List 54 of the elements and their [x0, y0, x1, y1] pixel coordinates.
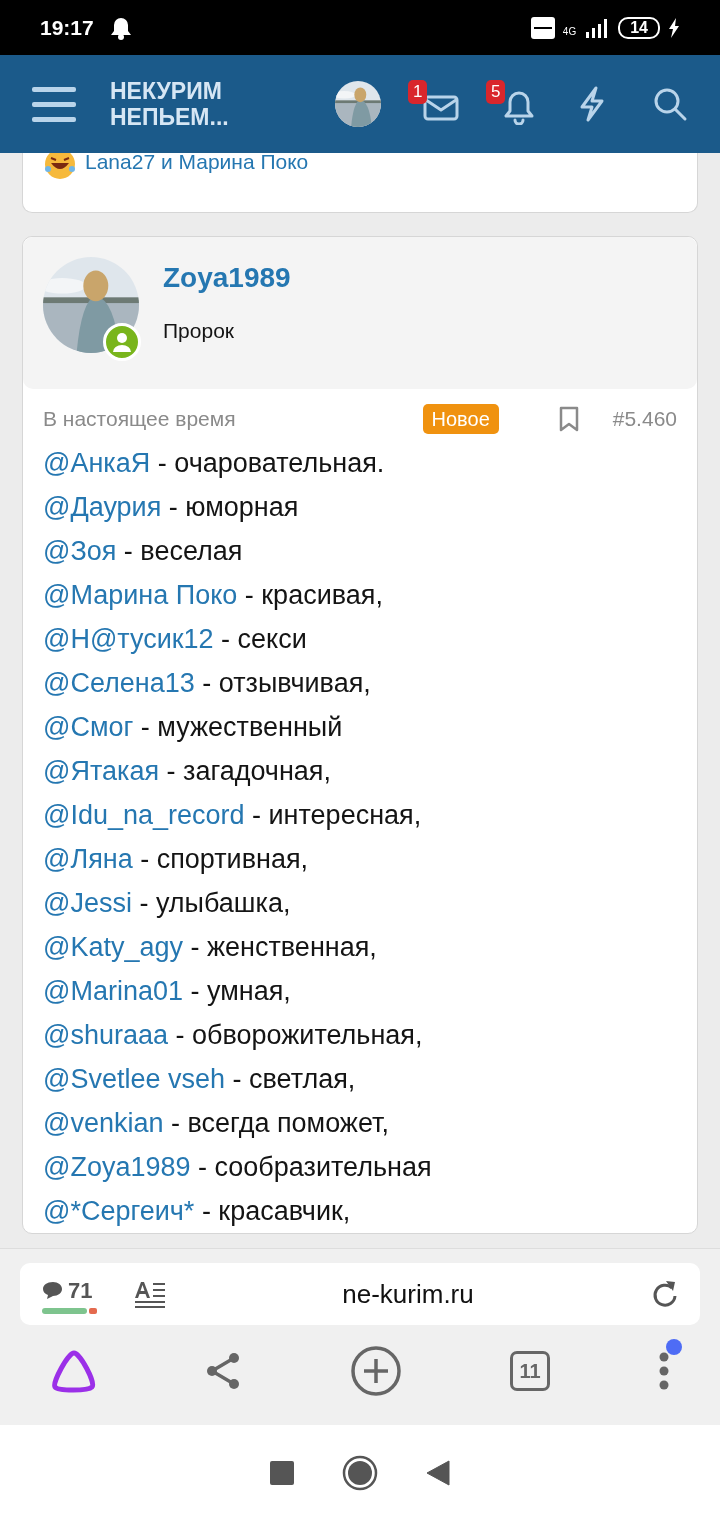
mention-line: @Смог - мужественный — [43, 710, 344, 744]
author-name[interactable]: Zoya1989 — [163, 257, 291, 299]
user-mention[interactable]: @Зоя — [43, 535, 117, 566]
clock: 19:17 — [40, 14, 94, 41]
user-mention[interactable]: @Н@тусик12 — [43, 623, 214, 654]
mention-line: @Селена13 - отзывчивая, — [43, 666, 372, 700]
mention-line: @venkian - всегда поможет, — [43, 1106, 390, 1140]
mention-line: @Zoya1989 - сообразительная — [43, 1150, 433, 1184]
mention-line: @Idu_na_record - интересная, — [43, 798, 423, 832]
user-mention[interactable]: @Смог — [43, 711, 134, 742]
battery-indicator: 14 — [618, 16, 660, 39]
mention-line: @Marina01 - умная, — [43, 974, 292, 1008]
inbox-button[interactable]: 1 — [410, 78, 462, 130]
mention-line: @Н@тусик12 - секси — [43, 622, 308, 656]
user-mention[interactable]: @Jessi — [43, 887, 132, 918]
mention-line: @Katy_agy - женственная, — [43, 930, 378, 964]
mention-line: @АнкаЯ - очаровательная. — [43, 446, 386, 480]
user-mention[interactable]: @*Сергеич* — [43, 1195, 195, 1226]
user-mention[interactable]: @Idu_na_record — [43, 799, 245, 830]
user-mention[interactable]: @Даурия — [43, 491, 162, 522]
comment-count: 71 — [68, 1276, 93, 1305]
user-mention[interactable]: @Zoya1989 — [43, 1151, 191, 1182]
mention-line: @Svetlee vseh - светлая, — [43, 1062, 357, 1096]
post-time[interactable]: В настоящее время — [43, 403, 236, 435]
new-badge: Новое — [422, 403, 499, 434]
post-number[interactable]: #5.460 — [612, 403, 677, 435]
user-mention[interactable]: @Ляна — [43, 843, 133, 874]
user-title: Пророк — [163, 318, 235, 344]
mention-line: @Ятакая - загадочная, — [43, 754, 332, 788]
mention-line: @Jessi - улыбашка, — [43, 886, 292, 920]
user-mention[interactable]: @Katy_agy — [43, 931, 183, 962]
network-type: 4G — [562, 25, 577, 39]
user-mention[interactable]: @shuraaa — [43, 1019, 168, 1050]
user-mention[interactable]: @Марина Поко — [43, 579, 238, 610]
site-logo[interactable]: НЕКУРИМ НЕПЬЕМ... — [110, 78, 229, 130]
mention-line: @shuraaa - обворожительная, — [43, 1018, 424, 1052]
comments-button[interactable]: 71 — [42, 1273, 102, 1315]
user-mention[interactable]: @Svetlee vseh — [43, 1063, 225, 1094]
mention-line: @*Сергеич* - красавчик, — [43, 1194, 352, 1228]
user-mention[interactable]: @Селена13 — [43, 667, 195, 698]
mention-line: @Марина Поко - красивая, — [43, 578, 384, 612]
mention-line: @Зоя - веселая — [43, 534, 244, 568]
address-bar[interactable]: ne-kurim.ru — [342, 1274, 474, 1314]
alerts-button[interactable]: 5 — [488, 78, 540, 130]
count-badge: 5 — [486, 80, 506, 104]
user-mention[interactable]: @АнкаЯ — [43, 447, 151, 478]
tabs-button[interactable]: 11 — [510, 1351, 550, 1391]
user-mention[interactable]: @Ятакая — [43, 755, 160, 786]
user-mention[interactable]: @Marina01 — [43, 975, 183, 1006]
reactions-link[interactable]: Lana27 и Марина Поко — [85, 153, 309, 173]
mention-line: @Даурия - юморная — [43, 490, 300, 524]
user-mention[interactable]: @venkian — [43, 1107, 164, 1138]
count-badge: 1 — [408, 80, 428, 104]
mention-line: @Ляна - спортивная, — [43, 842, 310, 876]
